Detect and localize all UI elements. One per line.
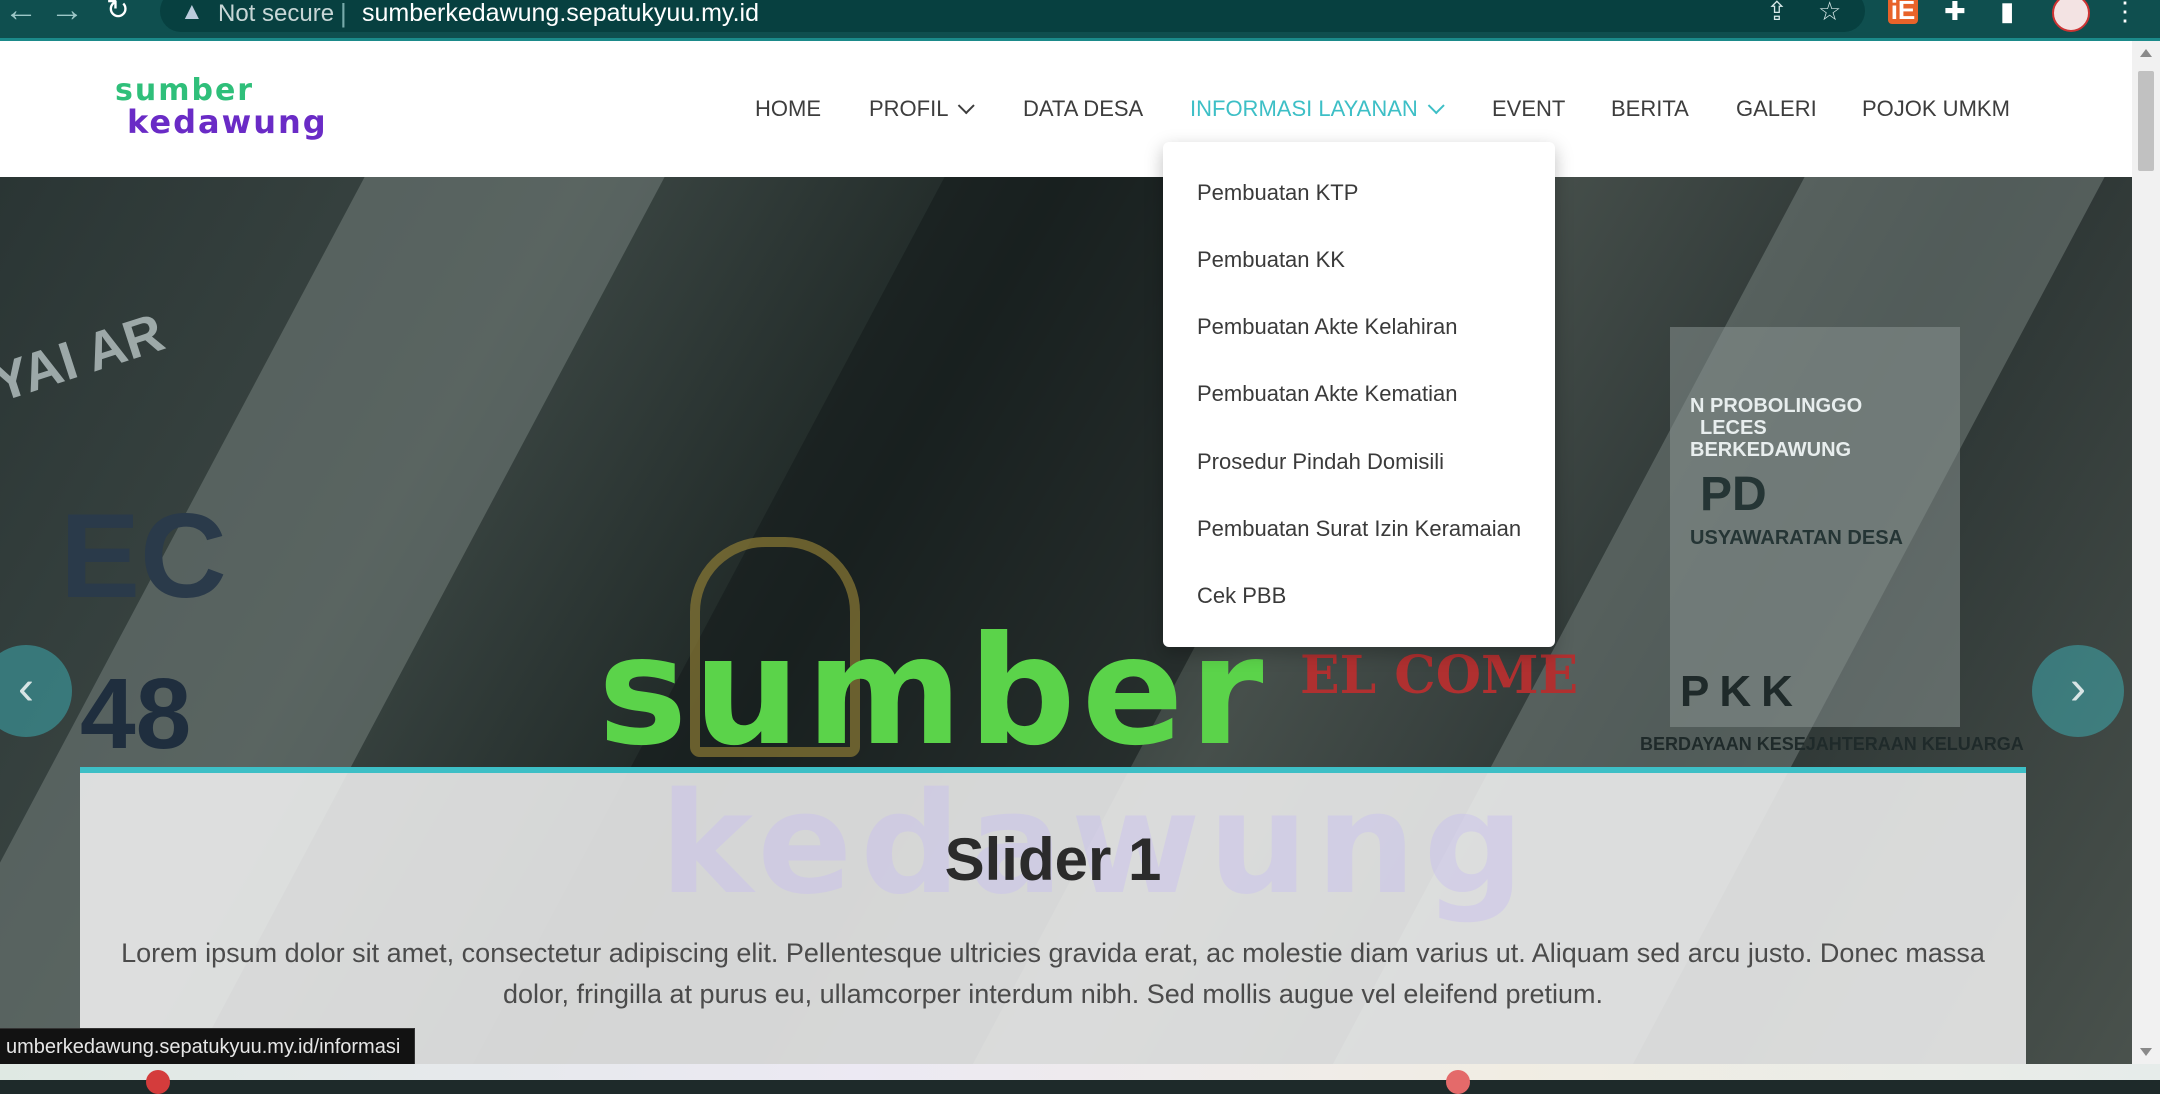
dropdown-item[interactable]: Pembuatan Akte Kematian — [1197, 381, 1458, 407]
arrow-right-icon[interactable]: → — [50, 0, 84, 30]
chevron-left-icon: ‹ — [18, 662, 34, 715]
bg-text: USYAWARATAN DESA — [1690, 527, 1903, 549]
bg-text: 48 — [80, 658, 192, 770]
url-text[interactable]: sumberkedawung.sepatukyuu.my.id — [362, 0, 759, 28]
bg-text: EC — [60, 489, 227, 623]
notification-badge — [1446, 1070, 1470, 1094]
informasi-layanan-dropdown: Pembuatan KTP Pembuatan KK Pembuatan Akt… — [1163, 142, 1555, 647]
slider-prev-button[interactable]: ‹ — [0, 645, 72, 737]
status-bar-url: umberkedawung.sepatukyuu.my.id/informasi — [0, 1028, 416, 1066]
scroll-down-icon[interactable] — [2140, 1048, 2152, 1056]
scroll-up-icon[interactable] — [2140, 49, 2152, 57]
bg-text: LECES — [1700, 417, 1767, 439]
dropdown-item[interactable]: Cek PBB — [1197, 583, 1286, 609]
chevron-down-icon — [1427, 97, 1445, 115]
bg-text: PD — [1700, 468, 1767, 521]
hero-slider: YAI AR EC 48 N PROBOLINGGO LECES BERKEDA… — [0, 177, 2132, 1080]
chevron-down-icon — [958, 97, 976, 115]
nav-informasi-layanan[interactable]: INFORMASI LAYANAN — [1190, 96, 1445, 122]
nav-berita[interactable]: BERITA — [1611, 96, 1689, 122]
page-scrollbar[interactable] — [2132, 41, 2160, 1064]
nav-profil[interactable]: PROFIL — [869, 96, 976, 122]
slide-title: Slider 1 — [944, 826, 1162, 893]
bg-text: YAI AR — [0, 302, 172, 414]
notification-badge — [146, 1070, 170, 1094]
bg-text: BERDAYAAN KESEJAHTERAAN KELUARGA — [1640, 734, 2024, 754]
avatar[interactable] — [2052, 0, 2090, 32]
reload-icon[interactable]: ↻ — [106, 0, 129, 30]
nav-pojok-umkm[interactable]: POJOK UMKM — [1862, 96, 2010, 122]
nav-event[interactable]: EVENT — [1492, 96, 1565, 122]
nav-data-desa[interactable]: DATA DESA — [1023, 96, 1143, 122]
security-label[interactable]: Not secure — [218, 0, 334, 28]
slider-next-button[interactable]: › — [2032, 645, 2124, 737]
scroll-thumb[interactable] — [2138, 71, 2154, 171]
site-logo[interactable]: sumber kedawung — [115, 73, 326, 143]
bg-text: EL COME — [1300, 645, 1579, 706]
sidebar-icon[interactable]: ▮ — [2000, 0, 2014, 27]
site-header: sumber kedawung HOME PROFIL DATA DESA IN… — [0, 41, 2132, 177]
chevron-right-icon: › — [2070, 662, 2086, 715]
dropdown-item[interactable]: Pembuatan Surat Izin Keramaian — [1197, 516, 1521, 542]
warning-icon[interactable]: ▲ — [180, 0, 204, 26]
extension-ie-icon[interactable]: iE — [1888, 0, 1918, 24]
dropdown-item[interactable]: Prosedur Pindah Domisili — [1197, 449, 1444, 475]
arrow-left-icon[interactable]: ← — [4, 0, 38, 30]
share-icon[interactable]: ⇪ — [1766, 0, 1788, 27]
logo-line2: kedawung — [127, 103, 328, 141]
nav-galeri[interactable]: GALERI — [1736, 96, 1817, 122]
page-bottom-strip — [0, 1064, 2160, 1094]
bg-text: BERKEDAWUNG — [1690, 439, 1852, 461]
puzzle-icon[interactable]: ✚ — [1944, 0, 1966, 27]
divider: | — [340, 0, 347, 28]
bg-text: PKK — [1680, 667, 1803, 716]
slide-text: Lorem ipsum dolor sit amet, consectetur … — [121, 938, 1985, 1009]
browser-toolbar: ← → ↻ ▲ Not secure | sumberkedawung.sepa… — [0, 0, 2160, 41]
dropdown-item[interactable]: Pembuatan KK — [1197, 247, 1345, 273]
nav-profil-label: PROFIL — [869, 96, 949, 121]
dropdown-item[interactable]: Pembuatan Akte Kelahiran — [1197, 314, 1458, 340]
kebab-menu-icon[interactable]: ⋮ — [2112, 0, 2138, 27]
nav-home[interactable]: HOME — [755, 96, 821, 122]
star-icon[interactable]: ☆ — [1818, 0, 1841, 27]
dropdown-item[interactable]: Pembuatan KTP — [1197, 180, 1358, 206]
bg-text: N PROBOLINGGO — [1690, 395, 1863, 417]
address-bar[interactable]: ▲ Not secure | sumberkedawung.sepatukyuu… — [160, 0, 1865, 32]
nav-informasi-layanan-label: INFORMASI LAYANAN — [1190, 96, 1418, 121]
